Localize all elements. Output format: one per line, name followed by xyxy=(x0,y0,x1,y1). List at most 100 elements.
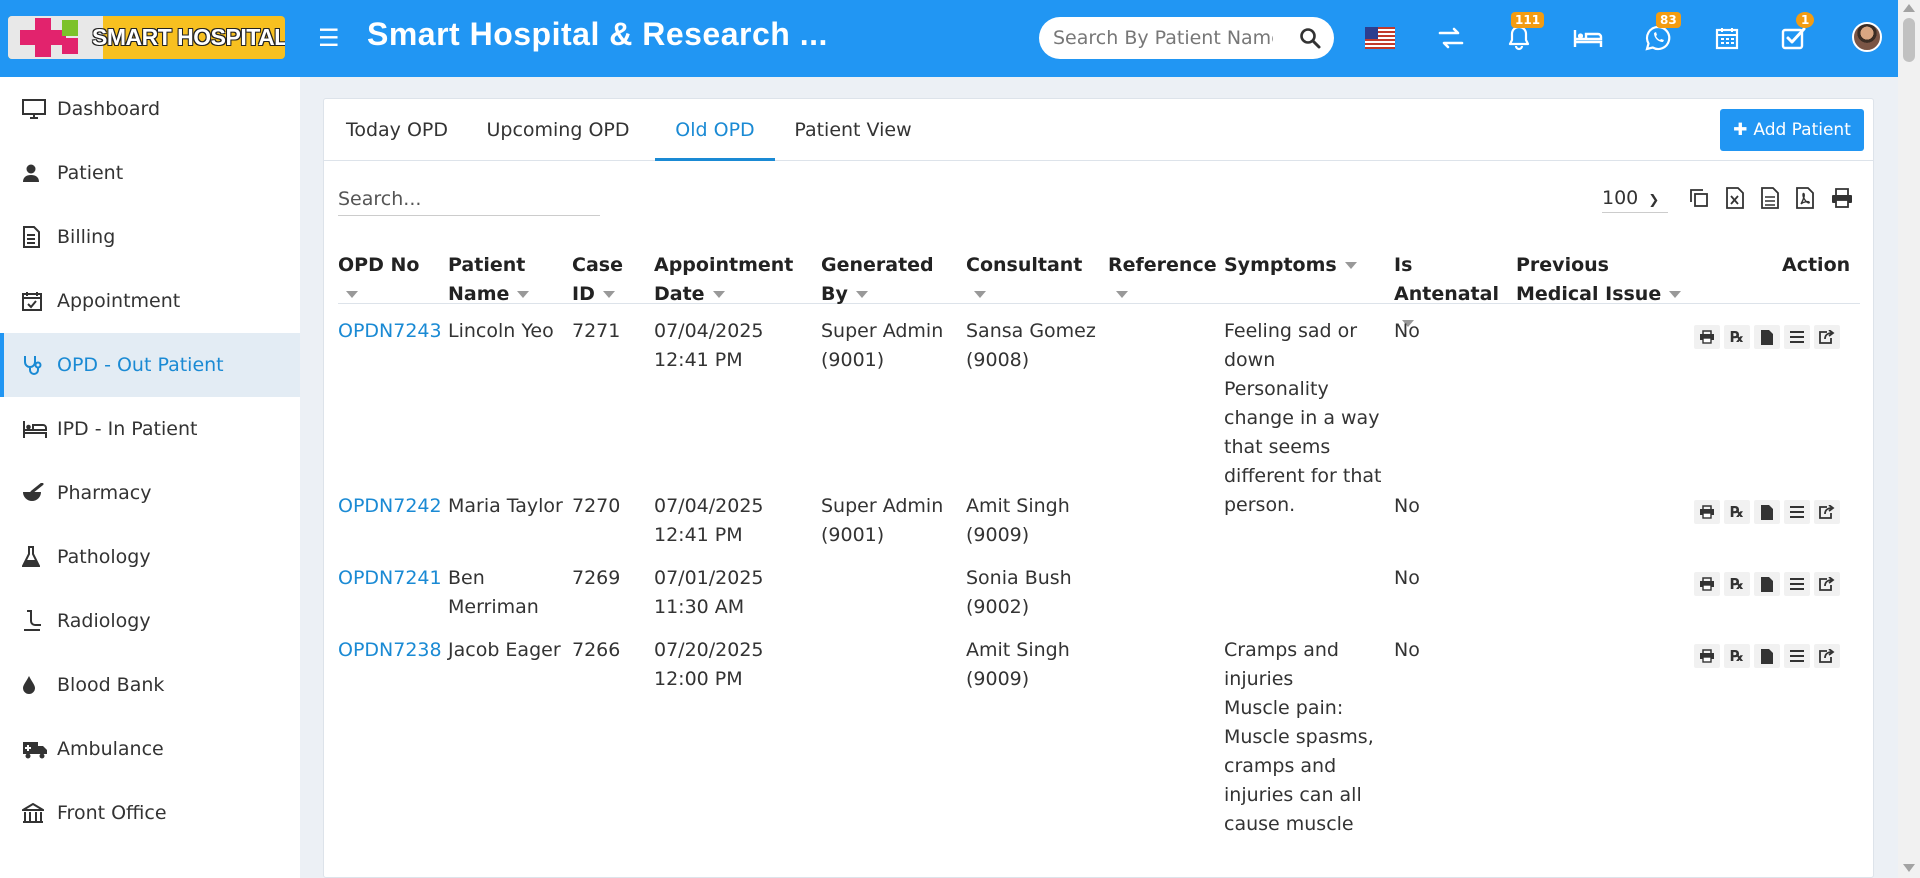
sidebar-item-patient[interactable]: Patient xyxy=(0,141,300,205)
document-icon[interactable] xyxy=(1754,500,1780,524)
list-icon[interactable] xyxy=(1784,572,1810,596)
calendar-icon[interactable] xyxy=(1709,20,1745,56)
tab-patient-view[interactable]: Patient View xyxy=(790,99,916,161)
sidebar-item-label: Front Office xyxy=(57,802,167,824)
bed-icon[interactable] xyxy=(1570,20,1606,56)
sidebar-item-label: Appointment xyxy=(57,290,181,312)
whatsapp-badge: 83 xyxy=(1656,12,1681,28)
symptoms: Cramps and injuries Muscle pain: Muscle spa… xyxy=(1224,639,1374,835)
list-icon[interactable] xyxy=(1784,500,1810,524)
logo-cross-icon xyxy=(8,16,103,59)
hamburger-menu-icon[interactable]: ☰ xyxy=(318,24,344,52)
page-length-select[interactable]: 100 ❯ xyxy=(1602,187,1668,213)
col-symptoms[interactable]: Symptoms xyxy=(1224,251,1374,280)
copy-icon[interactable] xyxy=(1686,185,1712,211)
hospital-bed-icon xyxy=(22,417,50,441)
patient-search-input[interactable] xyxy=(1053,25,1273,51)
sidebar-item-billing[interactable]: Billing xyxy=(0,205,300,269)
add-patient-button[interactable]: ✚ Add Patient xyxy=(1720,109,1864,151)
excel-icon[interactable] xyxy=(1722,185,1748,211)
tab-today-opd[interactable]: Today OPD xyxy=(336,99,458,161)
opd-no-link[interactable]: OPDN7238 xyxy=(338,636,442,665)
scroll-up-arrow-icon[interactable] xyxy=(1903,4,1915,12)
hospital-logo[interactable]: SMART HOSPITAL xyxy=(8,16,285,59)
consultant: Amit Singh (9009) xyxy=(966,495,1070,546)
notifications-bell-icon[interactable]: 111 xyxy=(1501,12,1545,56)
col-patient-name[interactable]: Patient Name xyxy=(448,251,536,309)
opd-no-link[interactable]: OPDN7242 xyxy=(338,492,442,521)
print-icon[interactable] xyxy=(1694,644,1720,668)
switch-arrows-icon[interactable] xyxy=(1433,20,1469,56)
opd-no-link[interactable]: OPDN7241 xyxy=(338,564,442,593)
xray-icon xyxy=(22,609,50,633)
scroll-down-arrow-icon[interactable] xyxy=(1903,864,1915,872)
us-flag-language-icon[interactable] xyxy=(1362,20,1398,56)
row-actions: ℞ xyxy=(1694,644,1840,668)
sidebar-item-appointment[interactable]: Appointment xyxy=(0,269,300,333)
col-action: Action xyxy=(1782,254,1851,276)
prescription-icon[interactable]: ℞ xyxy=(1724,500,1750,524)
prescription-icon[interactable]: ℞ xyxy=(1724,325,1750,349)
invoice-icon xyxy=(22,225,50,249)
print-icon[interactable] xyxy=(1829,185,1855,211)
whatsapp-icon[interactable]: 83 xyxy=(1640,12,1681,56)
col-generated-by[interactable]: Generated By xyxy=(821,251,951,309)
pdf-icon[interactable] xyxy=(1792,185,1818,211)
blood-drop-icon xyxy=(22,673,50,697)
scroll-thumb[interactable] xyxy=(1903,18,1915,62)
share-icon[interactable] xyxy=(1814,325,1840,349)
tab-upcoming-opd[interactable]: Upcoming OPD xyxy=(478,99,638,161)
csv-icon[interactable] xyxy=(1757,185,1783,211)
table-search-input[interactable] xyxy=(338,182,600,216)
col-previous-medical-issue[interactable]: Previous Medical Issue xyxy=(1516,251,1686,309)
prescription-icon[interactable]: ℞ xyxy=(1724,644,1750,668)
col-reference[interactable]: Reference xyxy=(1108,251,1217,309)
appointment-date: 07/01/2025 11:30 AM xyxy=(654,567,764,618)
sidebar-item-label: OPD - Out Patient xyxy=(57,354,224,376)
user-avatar[interactable] xyxy=(1852,22,1882,52)
print-icon[interactable] xyxy=(1694,500,1720,524)
list-icon[interactable] xyxy=(1784,644,1810,668)
share-icon[interactable] xyxy=(1814,644,1840,668)
front-office-icon xyxy=(22,801,50,825)
print-icon[interactable] xyxy=(1694,572,1720,596)
prescription-icon[interactable]: ℞ xyxy=(1724,572,1750,596)
document-icon[interactable] xyxy=(1754,325,1780,349)
sidebar-item-pathology[interactable]: Pathology xyxy=(0,525,300,589)
document-icon[interactable] xyxy=(1754,644,1780,668)
logo-text: SMART HOSPITAL xyxy=(92,24,285,50)
sidebar: Dashboard Patient Billing Appointment OP… xyxy=(0,77,300,878)
print-icon[interactable] xyxy=(1694,325,1720,349)
document-icon[interactable] xyxy=(1754,572,1780,596)
col-opd-no[interactable]: OPD No xyxy=(338,251,438,309)
sidebar-item-blood-bank[interactable]: Blood Bank xyxy=(0,653,300,717)
consultant: Sonia Bush (9002) xyxy=(966,567,1072,618)
share-icon[interactable] xyxy=(1814,500,1840,524)
sidebar-item-label: Dashboard xyxy=(57,98,161,120)
col-case-id[interactable]: Case ID xyxy=(572,251,632,309)
sidebar-item-opd[interactable]: OPD - Out Patient xyxy=(0,333,300,397)
sidebar-item-ambulance[interactable]: Ambulance xyxy=(0,717,300,781)
tasks-check-icon[interactable]: 1 xyxy=(1776,12,1815,56)
sidebar-item-front-office[interactable]: Front Office xyxy=(0,781,300,845)
sidebar-item-dashboard[interactable]: Dashboard xyxy=(0,77,300,141)
tab-old-opd[interactable]: Old OPD xyxy=(655,99,775,161)
sidebar-item-ipd[interactable]: IPD - In Patient xyxy=(0,397,300,461)
sidebar-item-radiology[interactable]: Radiology xyxy=(0,589,300,653)
sidebar-item-label: Radiology xyxy=(57,610,151,632)
search-icon[interactable] xyxy=(1298,26,1322,50)
sidebar-item-label: Blood Bank xyxy=(57,674,165,696)
calendar-check-icon xyxy=(22,289,50,313)
col-appointment-date[interactable]: Appointment Date xyxy=(654,251,794,309)
case-id: 7266 xyxy=(572,639,621,661)
patient-name: Jacob Eager xyxy=(448,639,561,661)
page-scrollbar[interactable] xyxy=(1898,0,1920,878)
appointment-date: 07/04/2025 12:41 PM xyxy=(654,320,764,371)
appointment-date: 07/04/2025 12:41 PM xyxy=(654,495,764,546)
sidebar-item-label: Pharmacy xyxy=(57,482,152,504)
opd-no-link[interactable]: OPDN7243 xyxy=(338,317,442,346)
sidebar-item-pharmacy[interactable]: Pharmacy xyxy=(0,461,300,525)
list-icon[interactable] xyxy=(1784,325,1810,349)
col-consultant[interactable]: Consultant xyxy=(966,251,1101,309)
share-icon[interactable] xyxy=(1814,572,1840,596)
